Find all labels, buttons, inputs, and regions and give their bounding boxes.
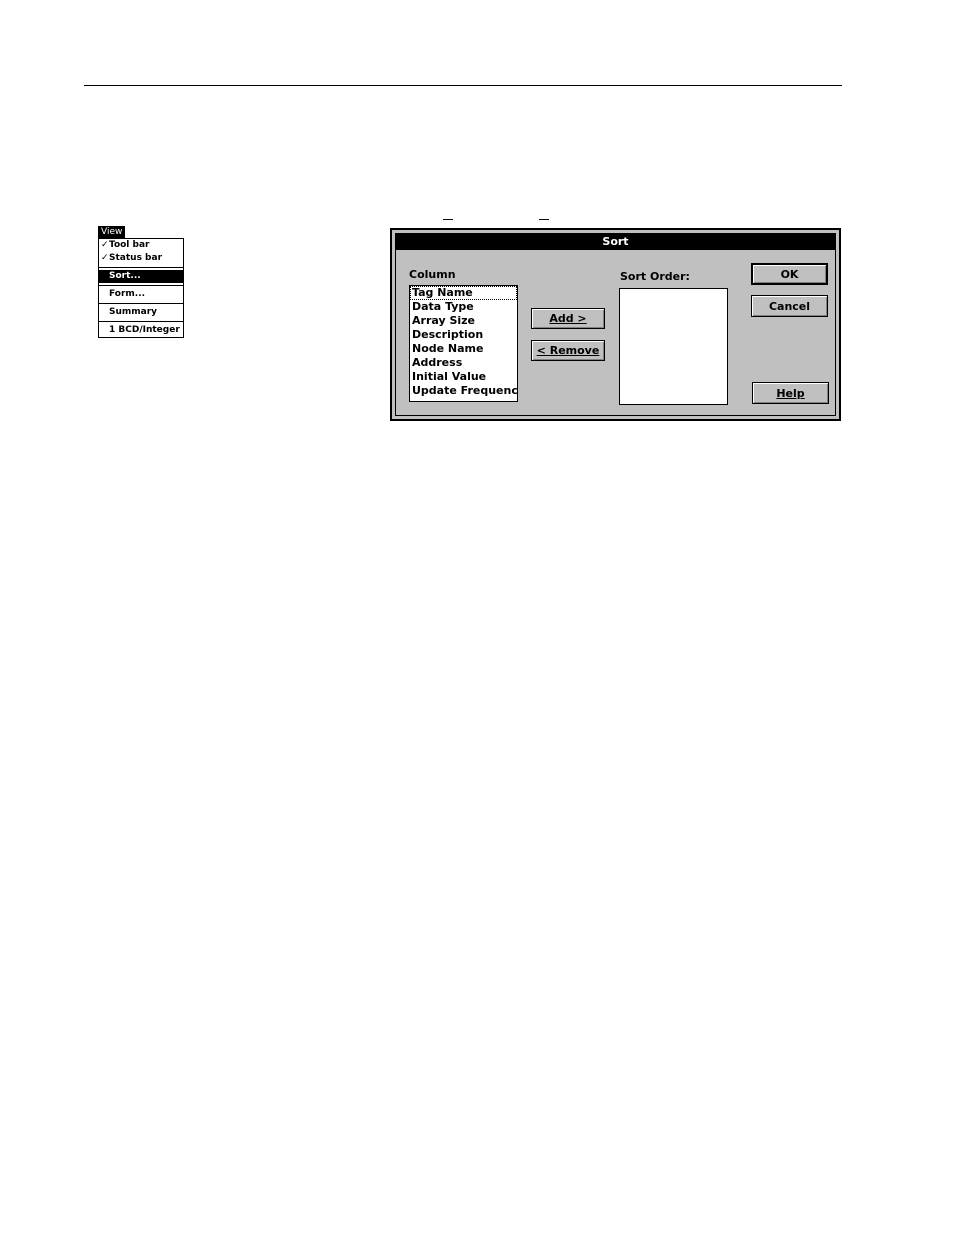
dialog-title: Sort [396,234,835,250]
list-item[interactable]: Initial Value [410,370,517,384]
menu-separator [99,303,183,304]
menu-item-label: Form... [109,289,146,299]
sort-order-listbox[interactable] [619,288,728,405]
view-menu-dropdown: ✓ Tool bar ✓ Status bar Sort... Form... … [98,238,184,338]
underline-mark [443,219,453,220]
menu-separator [99,285,183,286]
check-icon: ✓ [101,253,109,263]
menu-separator [99,321,183,322]
page-rule [84,85,842,86]
list-item[interactable]: Update Frequency [410,384,517,398]
sort-dialog: Sort Column Tag Name Data Type Array Siz… [390,228,841,421]
help-button[interactable]: Help [752,382,829,404]
underline-mark [539,219,549,220]
cancel-button[interactable]: Cancel [751,295,828,317]
menu-item-label: Status bar [109,253,163,263]
list-item[interactable]: Data Type [410,300,517,314]
menu-item-status-bar[interactable]: ✓ Status bar [99,252,183,265]
list-item[interactable]: Tag Name [410,286,517,300]
column-listbox[interactable]: Tag Name Data Type Array Size Descriptio… [409,285,518,402]
list-item[interactable]: Array Size [410,314,517,328]
ok-button[interactable]: OK [751,263,828,285]
menu-title-view[interactable]: View [98,226,126,238]
list-item[interactable]: Node Name [410,342,517,356]
sort-order-label: Sort Order: [620,270,690,283]
view-menu: View ✓ Tool bar ✓ Status bar Sort... For… [98,226,186,338]
menu-separator [99,267,183,268]
menu-item-summary[interactable]: Summary [99,306,183,319]
menu-item-sort[interactable]: Sort... [99,270,183,283]
menu-item-tool-bar[interactable]: ✓ Tool bar [99,239,183,252]
menu-item-label: Sort... [109,271,141,281]
list-item[interactable]: Description [410,328,517,342]
remove-button[interactable]: < Remove [531,340,605,361]
menu-item-label: Tool bar [109,240,150,250]
menu-item-label: 1 BCD/Integer [109,325,180,335]
menu-item-bcd-integer[interactable]: 1 BCD/Integer [99,324,183,337]
column-label: Column [409,268,456,281]
menu-item-form[interactable]: Form... [99,288,183,301]
menu-item-label: Summary [109,307,158,317]
check-icon: ✓ [101,240,109,250]
add-button[interactable]: Add > [531,308,605,329]
list-item[interactable]: Address [410,356,517,370]
